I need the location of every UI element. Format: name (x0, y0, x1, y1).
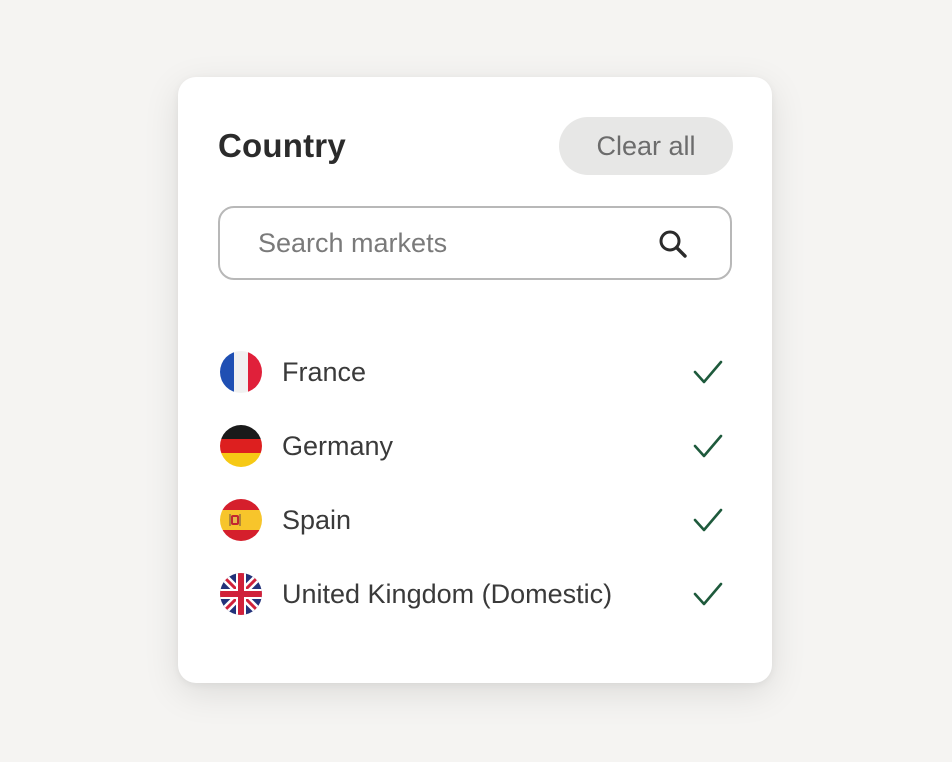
check-icon (693, 434, 723, 458)
check-icon (693, 582, 723, 606)
check-icon (693, 508, 723, 532)
flag-france-icon (220, 351, 262, 393)
country-option-spain[interactable]: Spain (220, 483, 730, 557)
country-label: Germany (282, 430, 394, 461)
search-input[interactable] (258, 208, 638, 278)
country-filter-panel: Country Clear all France (178, 77, 772, 683)
panel-title: Country (218, 127, 346, 164)
search-icon[interactable] (657, 228, 689, 260)
check-icon (693, 360, 723, 384)
clear-all-button[interactable]: Clear all (559, 117, 733, 175)
country-option-germany[interactable]: Germany (220, 409, 730, 483)
country-label: United Kingdom (Domestic) (282, 578, 613, 609)
country-option-united-kingdom[interactable]: United Kingdom (Domestic) (220, 557, 730, 631)
page-background: Country Clear all France (0, 0, 952, 762)
country-label: France (282, 356, 367, 387)
country-list: France Germany Spain United Kingdom (Dom… (220, 335, 730, 631)
country-label: Spain (282, 504, 352, 535)
search-box[interactable] (218, 206, 732, 280)
flag-spain-icon (220, 499, 262, 541)
country-option-france[interactable]: France (220, 335, 730, 409)
flag-uk-icon (220, 573, 262, 615)
flag-germany-icon (220, 425, 262, 467)
